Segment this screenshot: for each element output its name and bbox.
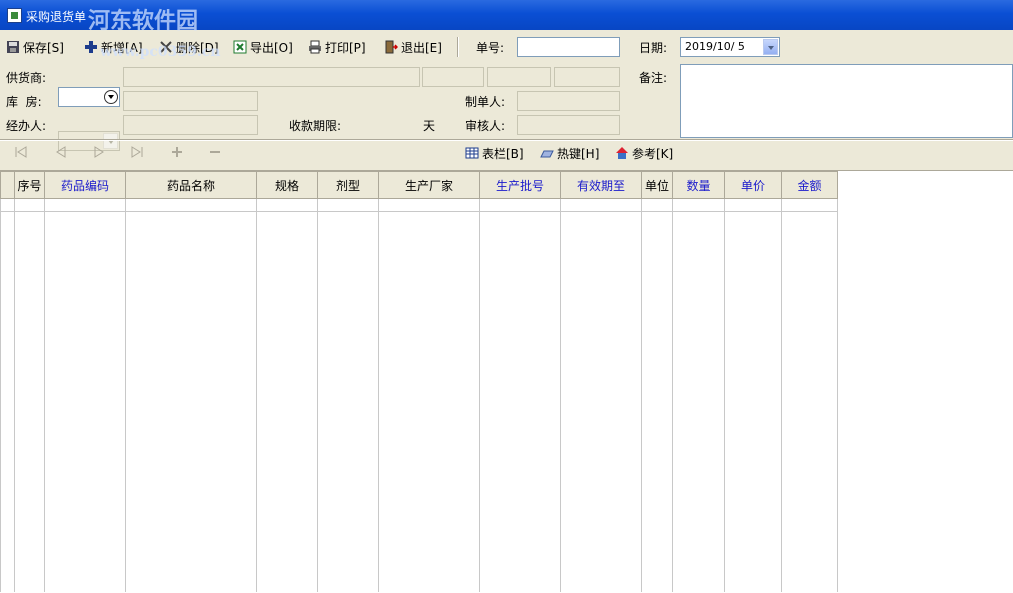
detail-grid[interactable]: 序号 药品编码 药品名称 规格 剂型 生产厂家 生产批号 有效期至 单位 数量 … — [0, 170, 1013, 593]
remark-textarea[interactable] — [680, 64, 1013, 138]
nav-prev-button[interactable] — [54, 146, 68, 161]
col-header-drug-code[interactable]: 药品编码 — [44, 171, 126, 199]
nav-add-button[interactable] — [170, 146, 184, 161]
nav-add-icon — [172, 147, 182, 157]
table-cell[interactable] — [479, 198, 561, 212]
order-no-label: 单号: — [476, 41, 505, 55]
nav-last-icon — [131, 146, 143, 158]
save-icon — [7, 41, 19, 53]
nav-first-button[interactable] — [14, 146, 28, 161]
table-header-row: 序号 药品编码 药品名称 规格 剂型 生产厂家 生产批号 有效期至 单位 数量 … — [0, 171, 838, 199]
form-divider — [0, 139, 1013, 141]
columns-button[interactable]: 表栏[B] — [465, 143, 524, 163]
col-header-batch-no[interactable]: 生产批号 — [479, 171, 561, 199]
excel-icon — [233, 40, 247, 54]
supplier-label: 供货商: — [6, 71, 47, 85]
reviewer-label: 审核人: — [465, 119, 506, 133]
supplier-extra-field-3 — [554, 67, 620, 87]
columns-label: 表栏[B] — [482, 146, 524, 161]
table-icon — [465, 147, 479, 159]
nav-first-icon — [15, 146, 27, 158]
col-header-dosage-form[interactable]: 剂型 — [317, 171, 379, 199]
table-cell[interactable] — [560, 198, 642, 212]
chevron-down-icon[interactable] — [763, 39, 778, 55]
col-header-unit-price[interactable]: 单价 — [724, 171, 782, 199]
watermark-logo: 河东软件园 — [88, 8, 199, 34]
nav-next-button[interactable] — [92, 146, 106, 161]
reviewer-field — [517, 115, 620, 135]
print-button[interactable]: 打印[P] — [308, 37, 366, 57]
creator-label: 制单人: — [465, 95, 506, 109]
nav-remove-button[interactable] — [208, 146, 222, 161]
exit-label: 退出[E] — [401, 40, 442, 55]
col-header-manufacturer[interactable]: 生产厂家 — [378, 171, 480, 199]
warehouse-name-field — [123, 91, 258, 111]
title-bar: 采购退货单 河东软件园 — [0, 0, 1013, 34]
warehouse-label: 库 房: — [6, 95, 42, 109]
window-title: 采购退货单 — [26, 10, 87, 24]
app-icon — [7, 8, 22, 23]
table-cell[interactable] — [317, 198, 379, 212]
reference-icon — [616, 147, 628, 159]
exit-button[interactable]: 退出[E] — [384, 37, 442, 57]
plus-icon — [85, 41, 97, 53]
col-header-amount[interactable]: 金额 — [781, 171, 838, 199]
col-header-spec[interactable]: 规格 — [256, 171, 318, 199]
date-picker[interactable]: 2019/10/ 5 — [680, 37, 780, 57]
table-empty-area — [0, 211, 838, 592]
exit-door-icon — [385, 40, 398, 54]
table-row[interactable] — [0, 198, 838, 212]
dropdown-circle-icon[interactable] — [103, 89, 118, 105]
col-header-index[interactable]: 序号 — [14, 171, 45, 199]
supplier-combo[interactable] — [58, 87, 120, 107]
table-cell[interactable] — [641, 198, 673, 212]
hotkeys-button[interactable]: 热键[H] — [540, 143, 599, 163]
supplier-extra-field-1 — [422, 67, 484, 87]
col-header-expiry[interactable]: 有效期至 — [560, 171, 642, 199]
table-cell[interactable] — [14, 198, 45, 212]
export-button[interactable]: 导出[O] — [233, 37, 293, 57]
reference-button[interactable]: 参考[K] — [615, 143, 673, 163]
toolbar-separator — [457, 37, 459, 57]
row-indicator — [0, 198, 15, 212]
nav-prev-icon — [56, 146, 66, 158]
col-header-unit[interactable]: 单位 — [641, 171, 673, 199]
table-cell[interactable] — [781, 198, 838, 212]
nav-remove-icon — [210, 151, 220, 153]
print-label: 打印[P] — [325, 40, 366, 55]
date-value: 2019/10/ 5 — [685, 40, 745, 53]
remark-label: 备注: — [639, 71, 668, 85]
col-header-quantity[interactable]: 数量 — [672, 171, 725, 199]
payment-term-label: 收款期限: — [289, 119, 342, 133]
date-label: 日期: — [639, 41, 668, 55]
save-label: 保存[S] — [23, 40, 64, 55]
handler-label: 经办人: — [6, 119, 47, 133]
hotkeys-label: 热键[H] — [557, 146, 600, 161]
table-cell[interactable] — [724, 198, 782, 212]
col-header-drug-name[interactable]: 药品名称 — [125, 171, 257, 199]
handler-name-field — [123, 115, 258, 135]
keyboard-icon — [540, 150, 554, 158]
table-cell[interactable] — [256, 198, 318, 212]
supplier-extra-field-2 — [487, 67, 551, 87]
watermark-url: www.pc0359.cn — [100, 44, 221, 60]
order-no-input[interactable] — [517, 37, 620, 57]
save-button[interactable]: 保存[S] — [6, 37, 64, 57]
nav-last-button[interactable] — [130, 146, 144, 161]
export-label: 导出[O] — [250, 40, 293, 55]
table-cell[interactable] — [44, 198, 126, 212]
day-unit-label: 天 — [423, 119, 436, 133]
detail-table: 序号 药品编码 药品名称 规格 剂型 生产厂家 生产批号 有效期至 单位 数量 … — [0, 171, 838, 592]
table-cell[interactable] — [125, 198, 257, 212]
nav-next-icon — [94, 146, 104, 158]
reference-label: 参考[K] — [632, 146, 674, 161]
supplier-name-field — [123, 67, 420, 87]
table-cell[interactable] — [672, 198, 725, 212]
printer-icon — [309, 40, 321, 54]
row-indicator-header — [0, 171, 15, 199]
table-cell[interactable] — [378, 198, 480, 212]
creator-field — [517, 91, 620, 111]
